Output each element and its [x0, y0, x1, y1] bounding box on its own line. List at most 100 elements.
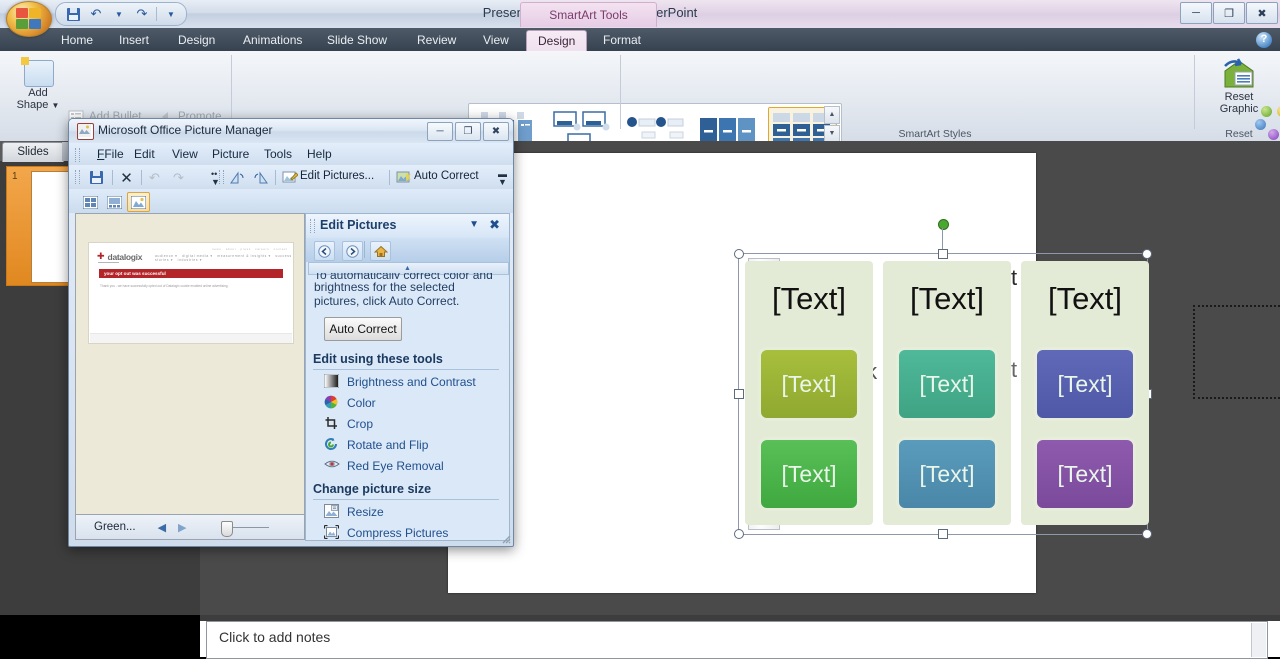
column-2-header[interactable]: [Text]: [883, 281, 1011, 317]
toolbar-grip-2[interactable]: [219, 170, 224, 184]
menu-edit[interactable]: Edit: [127, 146, 162, 162]
slide-canvas[interactable]: ✖ :| :k t t: [448, 153, 1280, 593]
smartart-graphic[interactable]: [Text] [Text] [Text] [Text] [Text] [Text…: [734, 219, 1152, 539]
rotate-handle[interactable]: [938, 219, 949, 230]
menu-help[interactable]: Help: [300, 146, 339, 162]
pm-restore-button[interactable]: ❐: [455, 122, 481, 141]
column-2-box-2[interactable]: [Text]: [896, 437, 998, 511]
pm-auto-correct-label[interactable]: Auto Correct: [414, 170, 479, 182]
thumbnail-view-button[interactable]: [79, 192, 102, 212]
next-picture-button[interactable]: ▶: [178, 521, 186, 534]
task-pane-grip[interactable]: [310, 219, 315, 233]
pm-edit-pictures-label[interactable]: Edit Pictures...: [300, 170, 374, 182]
pm-rotate-left-button[interactable]: [227, 168, 246, 187]
picture-preview-image[interactable]: ✚ datalogix ▬▬▬▬▬▬▬ audience ▾ digital m…: [88, 242, 294, 344]
resize-handle-s[interactable]: [938, 529, 948, 539]
auto-correct-button[interactable]: Auto Correct: [324, 317, 402, 341]
compress-pictures-link[interactable]: Compress Pictures: [323, 524, 448, 540]
pm-delete-button[interactable]: ✕: [117, 168, 136, 187]
picture-manager-toolbar[interactable]: ✕ ↶ ↷ •• ▼ Edit Pictures... Auto Correct …: [69, 165, 513, 190]
office-button[interactable]: [6, 1, 52, 37]
zoom-slider[interactable]: [213, 521, 273, 537]
menu-picture[interactable]: Picture: [205, 146, 256, 162]
pm-save-button[interactable]: [87, 168, 106, 187]
resize-handle-n[interactable]: [938, 249, 948, 259]
smartart-column-3[interactable]: [Text] [Text] [Text]: [1021, 261, 1149, 525]
picture-manager-view-bar[interactable]: [69, 189, 513, 213]
pm-edit-pictures-icon[interactable]: [280, 168, 299, 187]
empty-placeholder-outline[interactable]: [1193, 305, 1280, 399]
tab-insert[interactable]: Insert: [108, 29, 160, 51]
minimize-button[interactable]: ─: [1180, 2, 1212, 24]
forward-button[interactable]: [342, 241, 363, 261]
notes-scrollbar[interactable]: [1251, 623, 1266, 657]
restore-button[interactable]: ❐: [1213, 2, 1245, 24]
tab-view[interactable]: View: [472, 29, 520, 51]
reset-graphic-button[interactable]: Reset Graphic: [1206, 57, 1272, 115]
tab-slide-show[interactable]: Slide Show: [316, 29, 398, 51]
tab-review[interactable]: Review: [406, 29, 467, 51]
column-3-box-1[interactable]: [Text]: [1034, 347, 1136, 421]
smartart-column-2[interactable]: [Text] [Text] [Text]: [883, 261, 1011, 525]
pm-auto-correct-icon[interactable]: [394, 168, 413, 187]
pm-redo-button[interactable]: ↷: [169, 168, 188, 187]
tab-smartart-format[interactable]: Format: [592, 29, 652, 51]
splitter-collapse-icon[interactable]: ▲: [404, 265, 411, 272]
previous-picture-button[interactable]: ◀: [158, 521, 166, 534]
column-1-header[interactable]: [Text]: [745, 281, 873, 317]
preview-top-links: news about press careers contact: [212, 247, 288, 251]
pm-minimize-button[interactable]: ─: [427, 122, 453, 141]
help-icon[interactable]: ?: [1256, 32, 1272, 48]
resize-handle-w[interactable]: [734, 389, 744, 399]
tab-animations[interactable]: Animations: [232, 29, 313, 51]
column-3-box-2[interactable]: [Text]: [1034, 437, 1136, 511]
notes-pane[interactable]: Click to add notes: [206, 621, 1268, 659]
resize-handle-se[interactable]: [1142, 529, 1152, 539]
window-controls[interactable]: ─ ❐ ✖: [1180, 2, 1278, 24]
red-eye-removal-link[interactable]: Red Eye Removal: [324, 458, 444, 474]
pm-rotate-right-button[interactable]: [251, 168, 270, 187]
zoom-slider-thumb[interactable]: [220, 521, 233, 537]
resize-handle-sw[interactable]: [734, 529, 744, 539]
menu-tools[interactable]: Tools: [257, 146, 299, 162]
menu-grip[interactable]: [75, 148, 80, 162]
edit-pictures-task-pane[interactable]: Edit Pictures ▼ ✖ ▲ To automatically cor…: [305, 213, 510, 541]
color-link[interactable]: Color: [324, 395, 376, 411]
close-button[interactable]: ✖: [1246, 2, 1278, 24]
home-button[interactable]: [370, 241, 391, 261]
resize-handle-ne[interactable]: [1142, 249, 1152, 259]
filmstrip-view-button[interactable]: [103, 192, 126, 212]
picture-preview-area[interactable]: ✚ datalogix ▬▬▬▬▬▬▬ audience ▾ digital m…: [75, 213, 305, 515]
crop-link[interactable]: Crop: [324, 416, 373, 432]
window-resize-grip[interactable]: [499, 532, 511, 544]
picture-manager-window-controls[interactable]: ─ ❐ ✖: [427, 122, 509, 141]
tab-design[interactable]: Design: [167, 29, 226, 51]
rotate-and-flip-link[interactable]: Rotate and Flip: [324, 437, 428, 453]
resize-handle-nw[interactable]: [734, 249, 744, 259]
tab-smartart-design[interactable]: Design: [526, 30, 588, 52]
toolbar-grip[interactable]: [75, 170, 80, 184]
resize-link[interactable]: Resize: [324, 504, 384, 520]
add-shape-button[interactable]: Add Shape ▼: [10, 57, 66, 112]
chevron-down-icon[interactable]: ▼: [469, 219, 479, 230]
menu-file[interactable]: FFile: [90, 146, 131, 162]
column-2-box-1[interactable]: [Text]: [896, 347, 998, 421]
toolbar-overflow-button-2[interactable]: ▬ ▼: [493, 168, 512, 187]
column-3-header[interactable]: [Text]: [1021, 281, 1149, 317]
picture-manager-title-bar[interactable]: Microsoft Office Picture Manager ─ ❐ ✖: [69, 119, 513, 144]
pm-undo-button[interactable]: ↶: [145, 168, 164, 187]
close-icon[interactable]: ✖: [489, 217, 500, 233]
pm-close-button[interactable]: ✖: [483, 122, 509, 141]
back-button[interactable]: [314, 241, 335, 261]
picture-manager-menu-bar[interactable]: FFile Edit View Picture Tools Help: [69, 143, 513, 165]
smartart-column-1[interactable]: [Text] [Text] [Text]: [745, 261, 873, 525]
menu-view[interactable]: View: [165, 146, 205, 162]
picture-manager-window[interactable]: Microsoft Office Picture Manager ─ ❐ ✖ F…: [68, 118, 514, 547]
tab-slides[interactable]: Slides: [2, 142, 64, 162]
single-picture-view-button[interactable]: [127, 192, 150, 212]
column-1-box-1[interactable]: [Text]: [758, 347, 860, 421]
edit-pane-navigation[interactable]: [306, 238, 509, 262]
tab-home[interactable]: Home: [50, 29, 104, 51]
brightness-and-contrast-link[interactable]: Brightness and Contrast: [323, 373, 476, 390]
column-1-box-2[interactable]: [Text]: [758, 437, 860, 511]
